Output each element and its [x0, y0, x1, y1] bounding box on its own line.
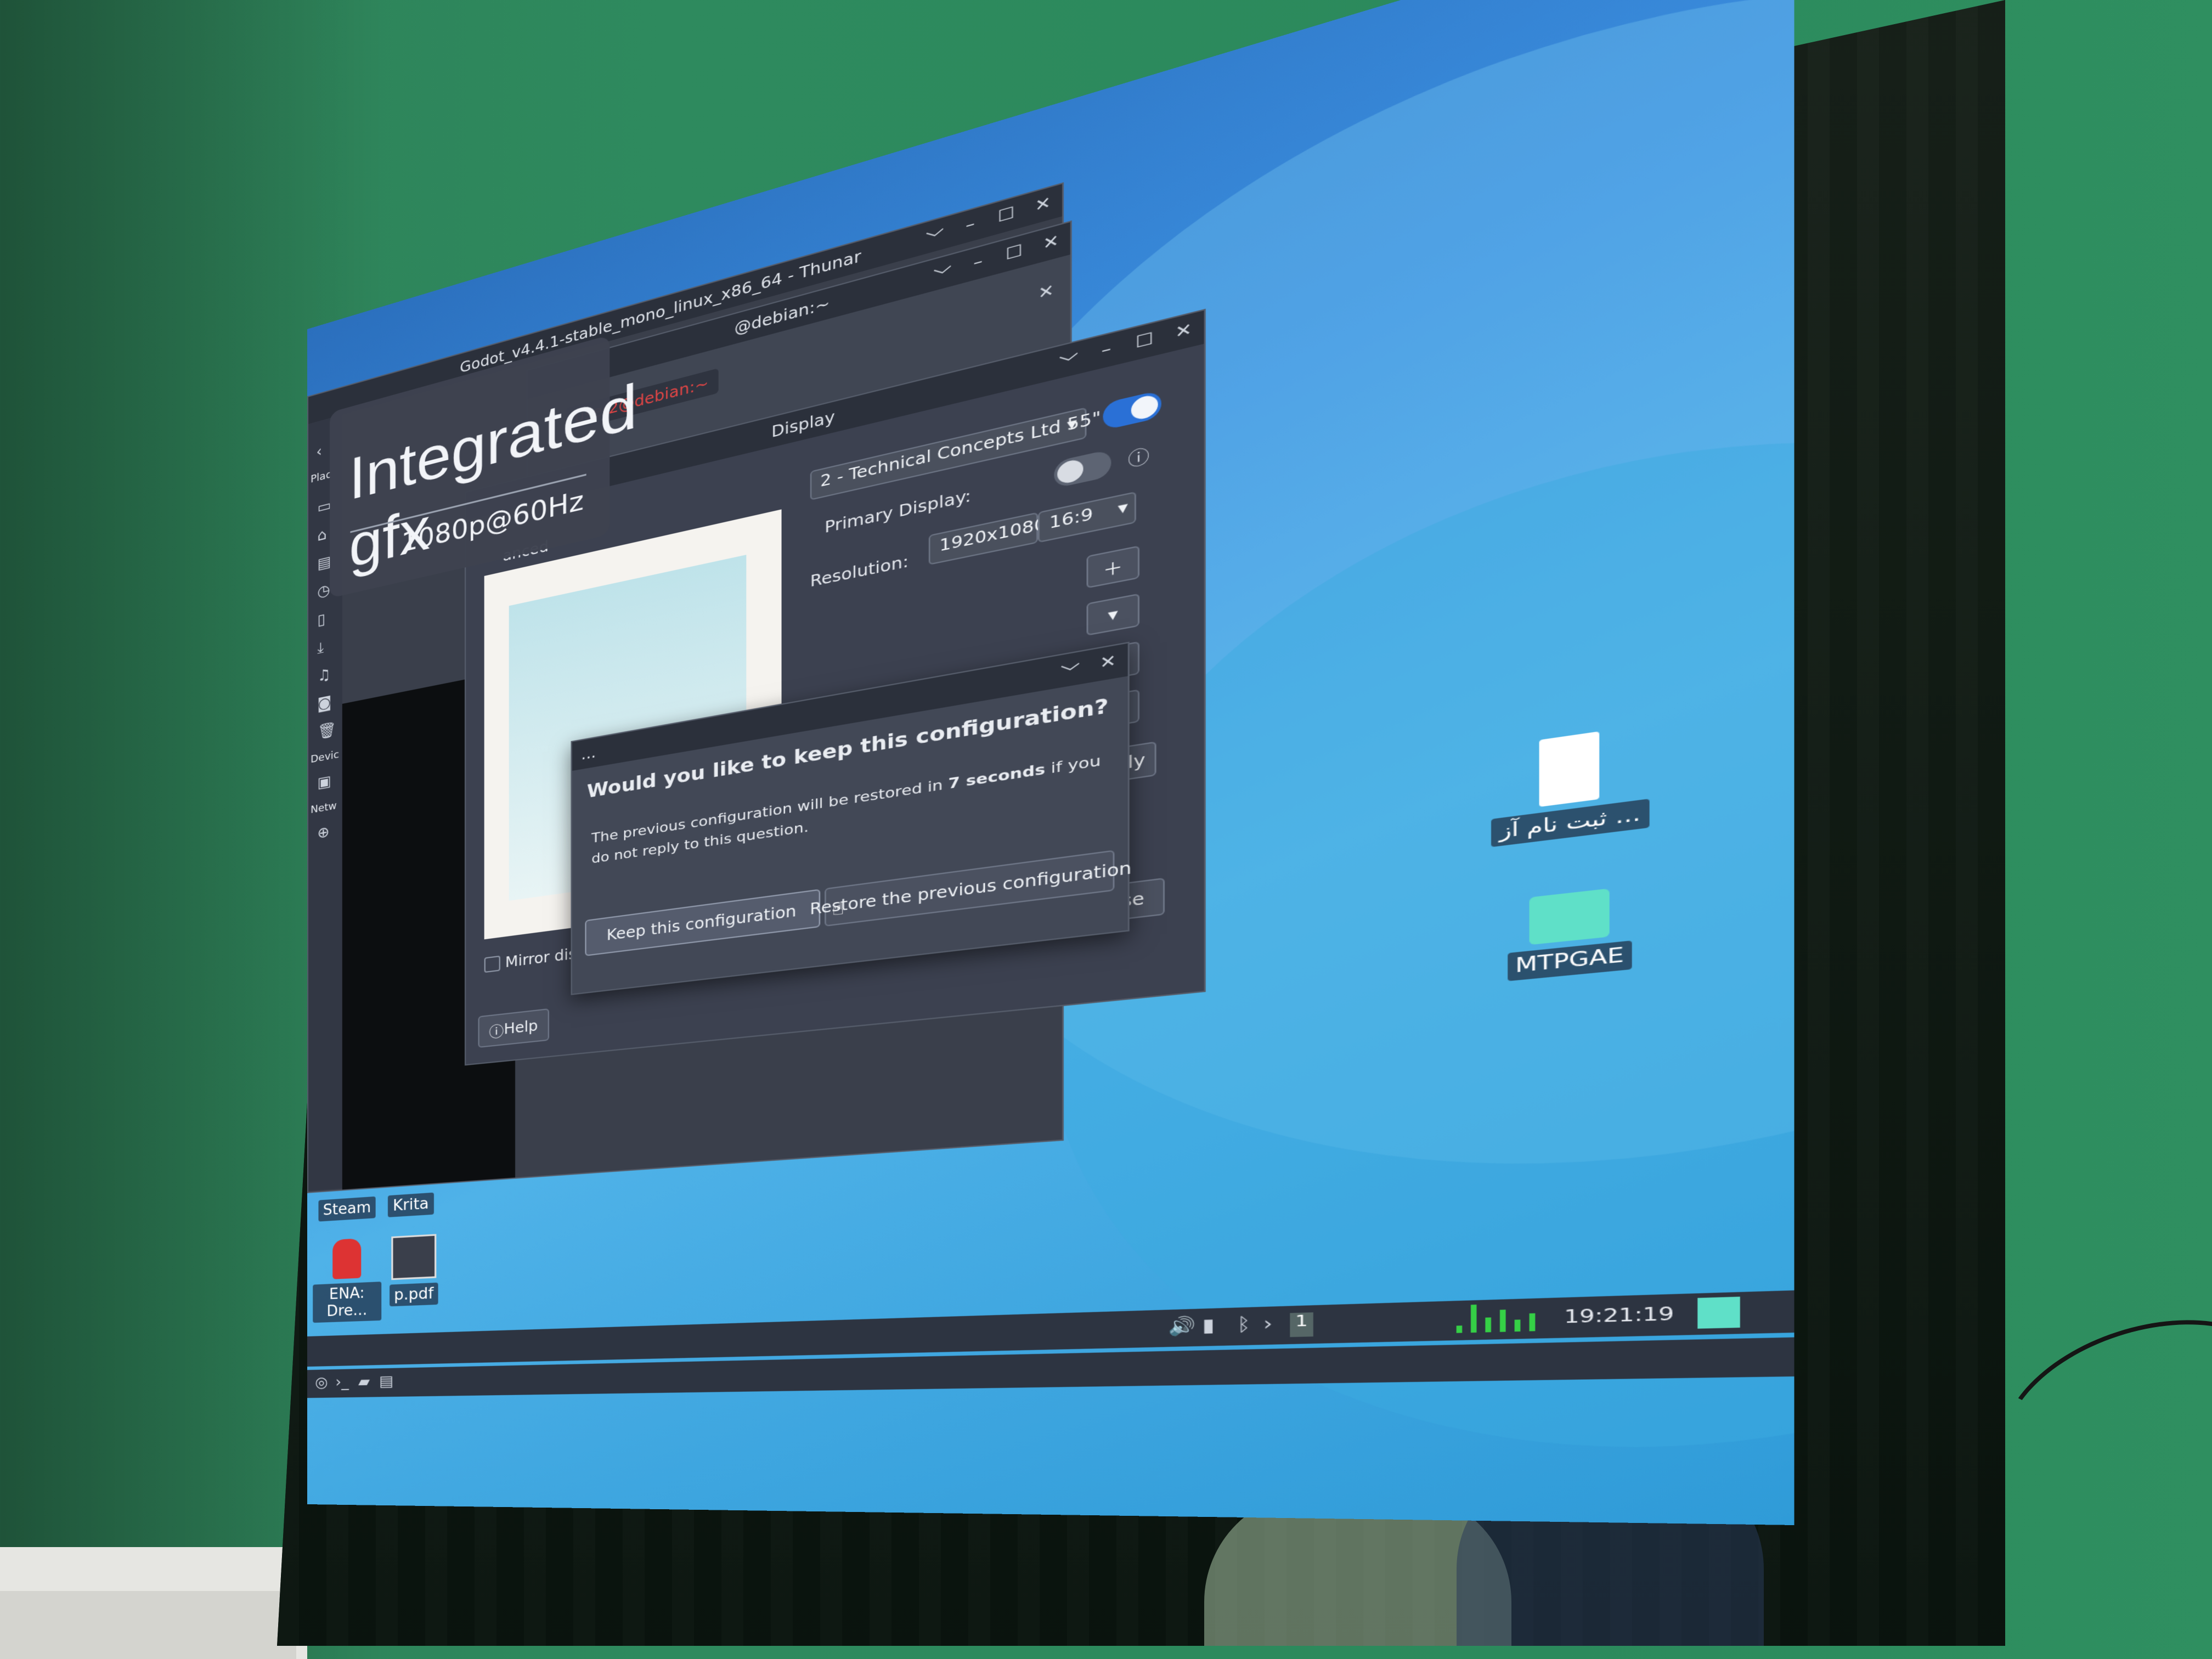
back-icon[interactable]: ‹: [316, 443, 322, 461]
chevron-down-icon: ▾: [1066, 413, 1077, 435]
restore-configuration-button[interactable]: Restore the previous configuration: [810, 850, 1132, 927]
desktop-icon-label: Krita: [388, 1192, 434, 1217]
desktop-icon-steam[interactable]: Steam: [318, 1192, 376, 1222]
debian-menu-icon[interactable]: ◎: [315, 1374, 328, 1391]
cable: [1977, 1286, 2212, 1543]
folder-icon: [1529, 888, 1610, 945]
desktop-icon-label: p.pdf: [389, 1282, 439, 1307]
chevron-down-icon: ▾: [1118, 497, 1128, 518]
chevron-down-icon: ▾: [1108, 604, 1118, 625]
cpu-graph: [1317, 1301, 1544, 1341]
primary-display-label: Primary Display:: [825, 486, 972, 537]
help-icon: ⓘ: [489, 1022, 504, 1041]
desktop-icon-label: ENA: Dre...: [313, 1282, 382, 1323]
clock[interactable]: 19:21:19: [1564, 1304, 1674, 1328]
devices-label: Devic: [311, 748, 340, 766]
volume-icon[interactable]: 🔊: [1168, 1316, 1195, 1337]
terminal-launcher-icon[interactable]: ›_: [335, 1374, 348, 1391]
refresh-rate-select[interactable]: ▾: [1086, 593, 1140, 636]
workspace-1[interactable]: 1: [1290, 1312, 1313, 1338]
show-desktop-button[interactable]: [1697, 1296, 1740, 1329]
desktop-icon-label: Steam: [318, 1196, 376, 1222]
scale-stepper[interactable]: ＋: [1086, 545, 1140, 589]
desktop-icon[interactable]: ▤: [317, 553, 331, 573]
places-label: Plac: [311, 468, 331, 486]
files-launcher-icon[interactable]: ▰: [358, 1373, 370, 1390]
mouse-cursor-icon: ☝: [832, 897, 845, 920]
trash-icon[interactable]: 🗑: [317, 721, 336, 741]
close-icon[interactable]: ✕: [1171, 318, 1195, 348]
computer-icon[interactable]: ▭: [317, 496, 331, 517]
tab-close-icon[interactable]: ✕: [1038, 280, 1054, 303]
restore-icon[interactable]: ☐: [995, 202, 1017, 232]
confirm-countdown: 7 seconds: [948, 761, 1046, 793]
desktop-icon-ena[interactable]: ENA: Dre...: [313, 1237, 382, 1323]
pictures-icon[interactable]: ◙: [317, 693, 331, 713]
confirm-dots: ...: [581, 743, 596, 764]
recent-icon[interactable]: ◷: [317, 582, 330, 601]
documents-icon[interactable]: ▯: [317, 611, 325, 629]
maximize-icon[interactable]: –: [1094, 337, 1118, 367]
help-label: Help: [504, 1017, 538, 1038]
aspect-value: 16:9: [1049, 504, 1093, 533]
minimize-icon[interactable]: ﹀: [932, 259, 953, 288]
desktop-icon-krita[interactable]: Krita: [381, 1187, 441, 1217]
minimize-icon[interactable]: ﹀: [924, 222, 945, 251]
help-button[interactable]: ⓘ Help: [478, 1008, 549, 1048]
resolution-select[interactable]: 1920x1080: [928, 512, 1046, 566]
battery-icon[interactable]: ▮: [1202, 1315, 1215, 1336]
primary-display-toggle[interactable]: [1054, 449, 1111, 489]
document-icon: [1539, 731, 1600, 807]
keep-configuration-button[interactable]: Keep this configuration: [585, 889, 821, 957]
desktop-icon-pdf[interactable]: p.pdf: [381, 1233, 447, 1307]
network-label: Netw: [311, 799, 337, 816]
info-icon[interactable]: ⓘ: [1128, 442, 1150, 472]
maximize-icon[interactable]: –: [967, 250, 989, 279]
display-enabled-toggle[interactable]: [1103, 390, 1161, 431]
drive-icon[interactable]: ▣: [317, 772, 331, 792]
bluetooth-icon[interactable]: ᛒ: [1237, 1314, 1251, 1336]
close-icon[interactable]: ✕: [1040, 230, 1062, 259]
home-icon[interactable]: ⌂: [317, 526, 326, 545]
restore-icon[interactable]: ☐: [1003, 240, 1025, 269]
app-icon: [332, 1238, 362, 1279]
close-icon[interactable]: ✕: [1031, 191, 1054, 221]
downloads-icon[interactable]: ⤓: [317, 639, 324, 658]
mirror-checkbox[interactable]: [484, 955, 500, 973]
chevron-right-icon[interactable]: ›: [1263, 1313, 1273, 1335]
aspect-select[interactable]: 16:9 ▾: [1038, 491, 1136, 543]
bench-lower: [0, 1591, 296, 1659]
editor-launcher-icon[interactable]: ▤: [379, 1373, 393, 1390]
minimize-icon[interactable]: ﹀: [1057, 347, 1080, 376]
minimize-icon[interactable]: ﹀: [1059, 657, 1081, 684]
restore-icon[interactable]: ☐: [1133, 328, 1156, 357]
maximize-icon[interactable]: –: [960, 212, 981, 241]
desktop-screen: Godot_v4.4.1-stable_mono_linux_x86_64 - …: [307, 0, 1795, 1525]
music-icon[interactable]: ♫: [317, 665, 330, 685]
resolution-value: 1920x1080: [939, 514, 1047, 555]
pdf-icon: [391, 1234, 437, 1280]
network-icon[interactable]: ⊕: [317, 823, 329, 842]
close-icon[interactable]: ✕: [1096, 650, 1119, 678]
resolution-label: Resolution:: [810, 552, 909, 591]
plus-icon: ＋: [1103, 557, 1123, 580]
